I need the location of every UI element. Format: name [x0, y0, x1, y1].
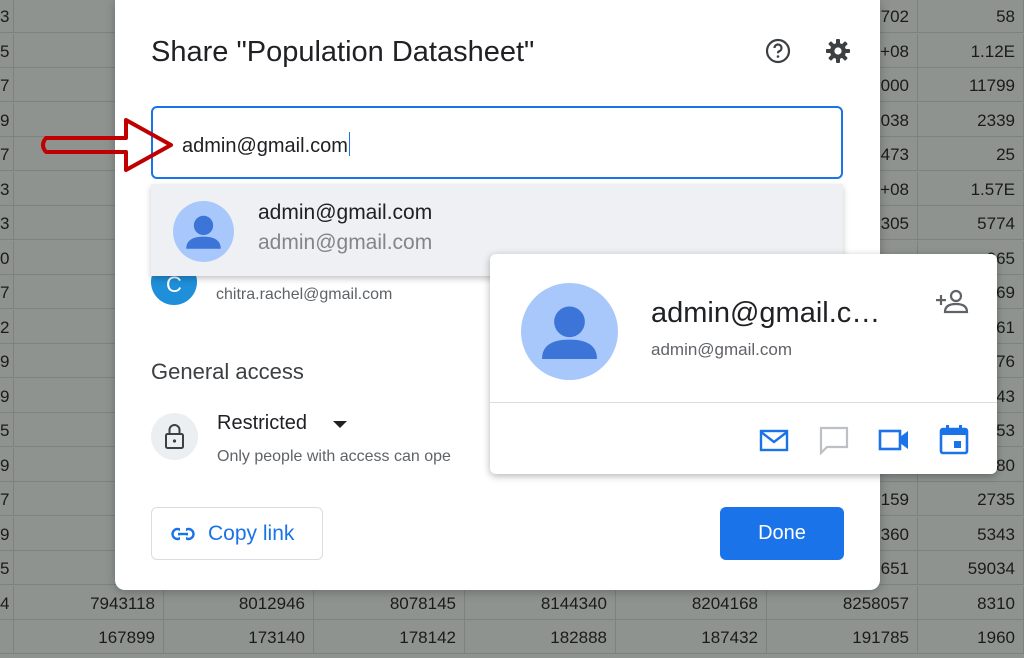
sheet-cell — [0, 620, 14, 653]
general-access-label: General access — [151, 359, 304, 384]
sheet-cell: 7 — [0, 275, 14, 308]
sheet-cell: 3 — [0, 0, 14, 32]
sheet-cell: 5 — [0, 413, 14, 446]
avatar — [521, 283, 618, 380]
person-hover-card: admin@gmail.c… admin@gmail.com — [490, 254, 997, 474]
sheet-cell: 173140 — [164, 620, 314, 653]
sheet-cell: 5 — [0, 33, 14, 67]
dialog-title: Share "Population Datasheet" — [151, 36, 535, 68]
sheet-cell: 1960 — [918, 620, 1024, 653]
sheet-cell: 58 — [918, 0, 1024, 32]
sheet-cell: 7 — [0, 68, 14, 101]
suggestion-email: admin@gmail.com — [258, 231, 433, 254]
sheet-cell: 5343 — [918, 516, 1024, 550]
sheet-cell: 8204168 — [616, 585, 767, 619]
access-level-dropdown[interactable]: Restricted — [217, 412, 307, 435]
add-person-icon[interactable] — [935, 288, 971, 316]
sheet-cell: 191785 — [767, 620, 918, 653]
sheet-cell: 2 — [0, 309, 14, 343]
copy-link-button[interactable]: Copy link — [151, 507, 323, 560]
sheet-cell: 187432 — [616, 620, 767, 653]
gear-icon[interactable] — [824, 37, 852, 65]
sheet-cell: 11799 — [918, 68, 1024, 101]
calendar-icon[interactable] — [938, 425, 970, 455]
access-description: Only people with access can ope — [217, 448, 451, 465]
sheet-cell: 7 — [0, 137, 14, 170]
annotation-arrow-icon — [41, 118, 173, 172]
sheet-cell: 182888 — [465, 620, 616, 653]
text-caret — [348, 132, 350, 156]
sheet-cell: 25 — [918, 137, 1024, 170]
sheet-cell: 4 — [0, 585, 14, 619]
sheet-cell: 178142 — [314, 620, 465, 653]
email-icon[interactable] — [758, 425, 790, 455]
existing-person-email: chitra.rachel@gmail.com — [216, 286, 393, 303]
sheet-cell: 9 — [0, 447, 14, 481]
sheet-cell: 9 — [0, 344, 14, 377]
link-icon — [171, 527, 195, 541]
email-input[interactable]: admin@gmail.com — [151, 106, 843, 179]
caret-down-icon[interactable] — [333, 421, 347, 428]
sheet-cell: 8144340 — [465, 585, 616, 619]
email-input-value: admin@gmail.com — [182, 132, 350, 158]
help-icon[interactable] — [764, 37, 792, 65]
sheet-cell: 5 — [0, 551, 14, 584]
sheet-cell: 9 — [0, 516, 14, 550]
sheet-cell: 1.57E — [918, 171, 1024, 205]
sheet-cell: 3 — [0, 171, 14, 205]
hover-card-email: admin@gmail.com — [651, 340, 793, 359]
sheet-cell: 9 — [0, 378, 14, 412]
suggestion-name: admin@gmail.com — [258, 201, 433, 224]
sheet-cell: 59034 — [918, 551, 1024, 584]
sheet-cell: 8310 — [918, 585, 1024, 619]
video-call-icon[interactable] — [878, 425, 910, 455]
sheet-cell: 8258057 — [767, 585, 918, 619]
avatar — [173, 201, 234, 262]
sheet-cell: 3 — [0, 206, 14, 239]
sheet-cell: 7943118 — [14, 585, 164, 619]
sheet-cell: 167899 — [14, 620, 164, 653]
done-button[interactable]: Done — [720, 507, 844, 560]
copy-link-label: Copy link — [208, 522, 295, 545]
sheet-cell: 1.12E — [918, 33, 1024, 67]
sheet-cell: 9 — [0, 102, 14, 136]
chat-icon[interactable] — [818, 425, 850, 455]
sheet-cell: 0 — [0, 240, 14, 274]
sheet-cell: 5774 — [918, 206, 1024, 239]
sheet-row: 4 7943118 8012946 8078145 8144340 8204168 8258… — [0, 585, 1024, 620]
sheet-cell: 2339 — [918, 102, 1024, 136]
sheet-cell: 8012946 — [164, 585, 314, 619]
done-label: Done — [758, 522, 806, 544]
hover-card-name: admin@gmail.c… — [651, 297, 881, 329]
divider — [490, 402, 997, 403]
sheet-row: 167899 173140 178142 182888 187432 191785 1960 — [0, 620, 1024, 654]
sheet-cell: 7 — [0, 482, 14, 515]
sheet-cell: 2735 — [918, 482, 1024, 515]
lock-icon — [151, 413, 198, 460]
sheet-cell: 8078145 — [314, 585, 465, 619]
